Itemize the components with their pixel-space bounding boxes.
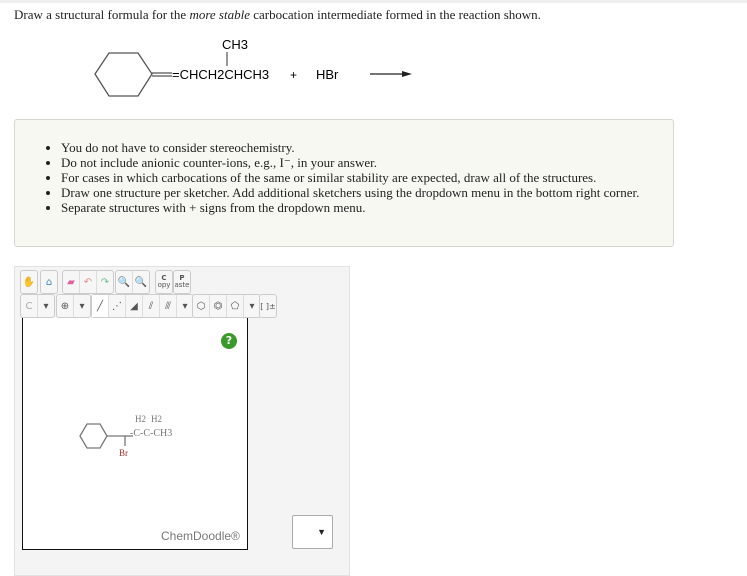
toolbar-group: ╱ ⋰ ◢ ⫽ ⫻ ▾ — [91, 294, 194, 318]
reaction-scheme: CH3 =CHCH2CHCH3 + HBr — [94, 37, 412, 97]
toolbar-group: Copy — [155, 270, 173, 294]
bracket-button[interactable]: [ ]± — [260, 295, 276, 317]
sketcher-canvas[interactable]: H2 H2 -C-C-CH3 Br — [22, 318, 248, 550]
chevron-down-icon: ▼ — [317, 527, 326, 537]
instruction-item: Draw one structure per sketcher. Add add… — [61, 185, 639, 200]
wedge-hash-bond-icon[interactable]: ⋰ — [109, 295, 126, 317]
double-bond-icon[interactable]: ⫽ — [143, 295, 160, 317]
wedge-bond-icon[interactable]: ◢ — [126, 295, 143, 317]
instruction-item: Separate structures with + signs from th… — [61, 200, 639, 215]
chevron-down-icon[interactable]: ▾ — [38, 295, 54, 317]
cyclopentane-icon[interactable]: ⬠ — [227, 295, 244, 317]
chevron-down-icon[interactable]: ▾ — [74, 295, 90, 317]
help-icon[interactable]: ? — [221, 333, 237, 349]
reagent-label: HBr — [316, 67, 339, 82]
redo-icon[interactable]: ↷ — [97, 271, 113, 293]
drawn-structure: H2 H2 -C-C-CH3 Br — [79, 414, 172, 458]
chevron-down-icon[interactable]: ▾ — [177, 295, 193, 317]
element-button[interactable]: C — [21, 295, 38, 317]
plus-sign: + — [290, 68, 297, 82]
toolbar-group: C ▾ — [20, 294, 55, 318]
chain-label: =CHCH2CHCH3 — [172, 67, 269, 82]
clear-icon[interactable]: ⌂ — [41, 271, 57, 293]
charge-button[interactable]: ⊕ — [57, 295, 74, 317]
toolbar-group: Paste — [173, 270, 191, 294]
benzene-icon[interactable]: ⏣ — [210, 295, 227, 317]
triple-bond-icon[interactable]: ⫻ — [160, 295, 177, 317]
toolbar-group: ⬡ ⏣ ⬠ ▾ — [192, 294, 261, 318]
cyclohexane-ring — [94, 52, 153, 97]
toolgroup-1: ✋ — [20, 270, 38, 294]
undo-icon[interactable]: ↶ — [80, 271, 97, 293]
toolbar-group: [ ]± — [259, 294, 277, 318]
cyclohexane-icon[interactable]: ⬡ — [193, 295, 210, 317]
zoom-out-icon[interactable]: 🔍 — [133, 271, 149, 293]
add-sketcher-dropdown[interactable]: ▼ — [292, 515, 333, 549]
chevron-down-icon[interactable]: ▾ — [244, 295, 260, 317]
toolbar-group: ▰ ↶ ↷ — [62, 270, 114, 294]
instruction-item: For cases in which carbocations of the s… — [61, 170, 639, 185]
svg-text:H2: H2 — [151, 414, 162, 424]
substituent-label: CH3 — [222, 37, 248, 52]
svg-text:Br: Br — [119, 448, 128, 458]
toolbar-group: ⌂ — [40, 270, 58, 294]
paste-button[interactable]: Paste — [174, 271, 190, 293]
chemdoodle-logo: ChemDoodle® — [161, 529, 240, 543]
svg-text:H2: H2 — [135, 414, 146, 424]
svg-text:-C-C-CH3: -C-C-CH3 — [130, 428, 172, 439]
copy-button[interactable]: Copy — [156, 271, 172, 293]
single-bond-icon[interactable]: ╱ — [92, 295, 109, 317]
instructions-box: You do not have to consider stereochemis… — [14, 119, 674, 247]
toolbar-group: 🔍 🔍 — [115, 270, 150, 294]
zoom-in-icon[interactable]: 🔍 — [116, 271, 133, 293]
instruction-item: You do not have to consider stereochemis… — [61, 140, 639, 155]
toolbar-group: ⊕ ▾ — [56, 294, 91, 318]
instruction-item: Do not include anionic counter-ions, e.g… — [61, 155, 639, 170]
eraser-icon[interactable]: ▰ — [63, 271, 80, 293]
hand-icon[interactable]: ✋ — [21, 271, 37, 293]
